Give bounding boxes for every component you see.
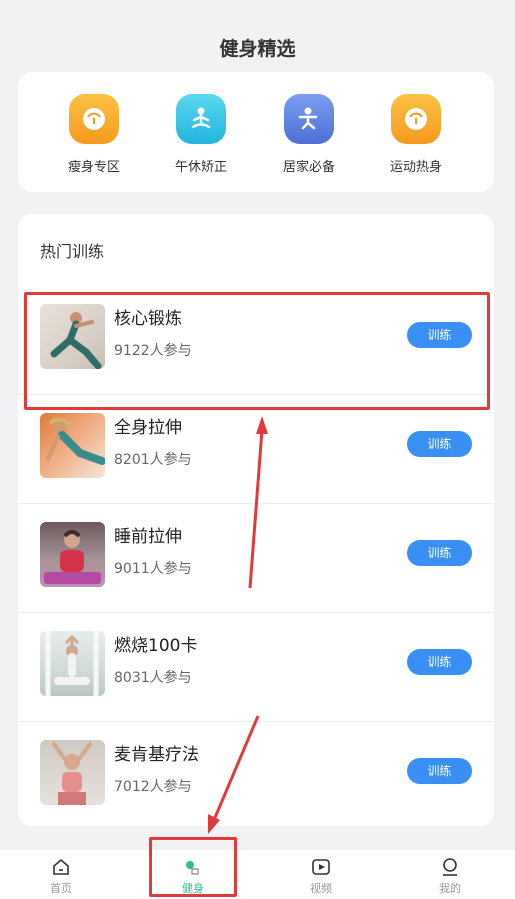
- train-button[interactable]: 训练: [407, 540, 472, 566]
- quick-entry-label: 运动热身: [389, 160, 442, 175]
- quick-entry-noon[interactable]: 午休矫正: [149, 94, 253, 175]
- quick-entry-slim[interactable]: 瘦身专区: [42, 94, 146, 175]
- training-thumbnail: [40, 413, 105, 478]
- quick-entry-warmup[interactable]: 运动热身: [364, 94, 468, 175]
- quick-entry-label: 瘦身专区: [67, 160, 120, 175]
- participant-count: 9122人参与: [114, 343, 192, 359]
- exercise-icon: [284, 94, 334, 144]
- training-row[interactable]: 燃烧100卡 8031人参与 训练: [18, 613, 494, 722]
- quick-entry-card: 瘦身专区 午休矫正 居家必备 运动热身: [18, 72, 494, 192]
- nav-label: 视频: [310, 882, 332, 895]
- section-title: 热门训练: [40, 242, 105, 261]
- training-row[interactable]: 核心锻炼 9122人参与 训练: [18, 286, 494, 395]
- train-button[interactable]: 训练: [407, 649, 472, 675]
- quick-entry-home[interactable]: 居家必备: [257, 94, 361, 175]
- quick-entry-label: 午休矫正: [174, 160, 227, 175]
- training-title: 全身拉伸: [114, 418, 182, 438]
- train-button[interactable]: 训练: [407, 431, 472, 457]
- fitness-icon: [182, 856, 204, 878]
- nav-item-profile[interactable]: 我的: [405, 856, 495, 896]
- participant-count: 8201人参与: [114, 452, 192, 468]
- participant-count: 7012人参与: [114, 779, 192, 795]
- training-title: 睡前拉伸: [114, 527, 182, 547]
- meditation-icon: [176, 94, 226, 144]
- training-row[interactable]: 全身拉伸 8201人参与 训练: [18, 395, 494, 504]
- page-title: 健身精选: [219, 38, 296, 60]
- hot-training-card: 热门训练 核心锻炼 9122人参与 训练 全身拉伸 8201人参与 训练 睡前拉…: [18, 214, 494, 826]
- training-title: 麦肯基疗法: [114, 745, 199, 765]
- scale-icon: [391, 94, 441, 144]
- quick-entry-label: 居家必备: [282, 160, 335, 175]
- home-icon: [50, 856, 72, 878]
- training-title: 燃烧100卡: [114, 636, 198, 656]
- training-thumbnail: [40, 522, 105, 587]
- training-thumbnail: [40, 740, 105, 805]
- participant-count: 9011人参与: [114, 561, 192, 577]
- nav-item-home[interactable]: 首页: [16, 856, 106, 896]
- nav-label: 健身: [182, 882, 204, 895]
- training-title: 核心锻炼: [114, 309, 182, 329]
- bottom-nav: 首页 健身 视频 我的: [0, 850, 515, 899]
- training-thumbnail: [40, 304, 105, 369]
- scale-icon: [69, 94, 119, 144]
- training-row[interactable]: 麦肯基疗法 7012人参与 训练: [18, 722, 494, 831]
- nav-item-video[interactable]: 视频: [276, 856, 366, 896]
- nav-label: 我的: [439, 882, 461, 895]
- nav-item-fitness[interactable]: 健身: [148, 856, 238, 896]
- participant-count: 8031人参与: [114, 670, 192, 686]
- video-icon: [310, 856, 332, 878]
- nav-label: 首页: [50, 882, 72, 895]
- profile-icon: [439, 856, 461, 878]
- training-row[interactable]: 睡前拉伸 9011人参与 训练: [18, 504, 494, 613]
- train-button[interactable]: 训练: [407, 758, 472, 784]
- training-thumbnail: [40, 631, 105, 696]
- train-button[interactable]: 训练: [407, 322, 472, 348]
